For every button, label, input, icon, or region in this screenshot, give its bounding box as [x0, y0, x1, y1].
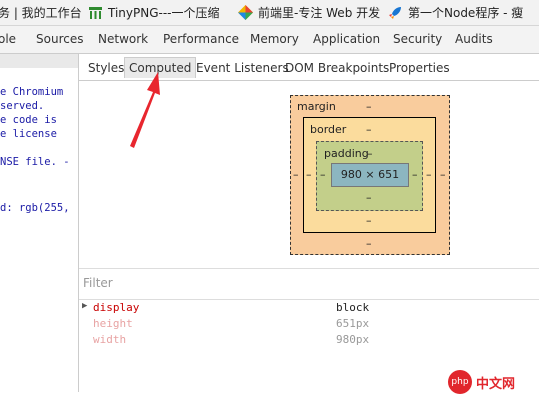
- property-name[interactable]: height: [93, 317, 133, 330]
- property-name[interactable]: width: [93, 333, 126, 346]
- filter-input[interactable]: [83, 276, 523, 290]
- expand-triangle-icon[interactable]: ▶: [82, 301, 87, 311]
- property-value: 651px: [336, 317, 370, 330]
- property-name[interactable]: display: [93, 301, 139, 314]
- property-value: block: [336, 301, 370, 314]
- php-cn-watermark: php 中文网: [448, 370, 516, 394]
- watermark-text: 中文网: [476, 376, 516, 392]
- computed-filter-bar: [79, 268, 539, 300]
- annotation-arrow: [130, 72, 160, 148]
- php-logo: php: [448, 370, 472, 394]
- property-value: 980px: [336, 333, 370, 346]
